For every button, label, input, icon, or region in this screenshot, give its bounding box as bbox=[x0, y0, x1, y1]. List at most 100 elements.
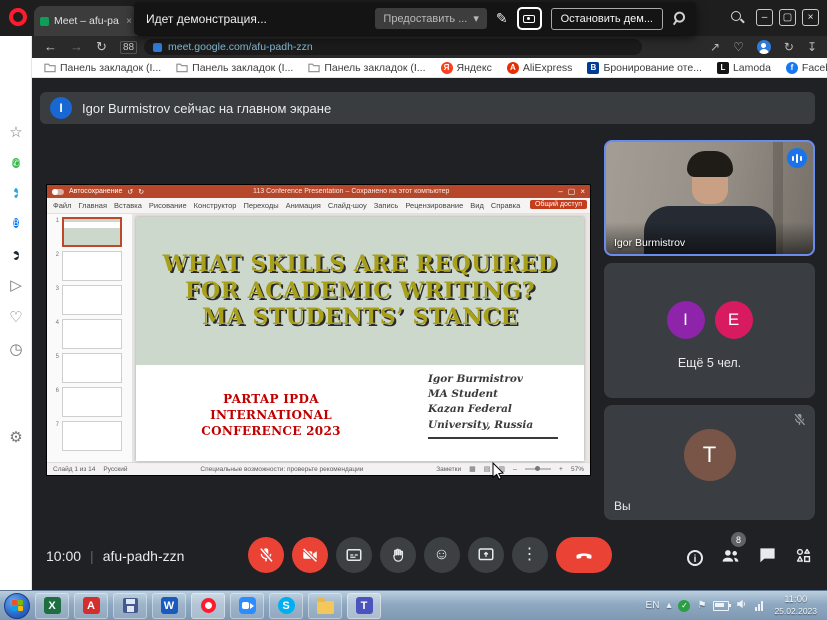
taskbar-excel[interactable]: X bbox=[35, 593, 69, 619]
profile-avatar[interactable] bbox=[757, 40, 771, 54]
heart-icon[interactable]: ♡ bbox=[0, 309, 32, 327]
settings-gear-icon[interactable]: ⚙ bbox=[0, 429, 32, 447]
stop-sharing-button[interactable]: Остановить дем... bbox=[551, 8, 663, 30]
ppt-close-icon[interactable]: × bbox=[580, 187, 585, 196]
volume-icon[interactable] bbox=[736, 597, 748, 615]
taskbar-pdf[interactable]: A bbox=[74, 593, 108, 619]
battery-icon[interactable] bbox=[713, 601, 729, 611]
slide-thumbnail[interactable]: 3 bbox=[51, 285, 132, 315]
maximize-button[interactable]: ▢ bbox=[779, 9, 796, 26]
ppt-maximize-icon[interactable]: ▢ bbox=[568, 187, 576, 196]
telegram-icon[interactable]: ▸ bbox=[0, 183, 32, 202]
taskbar-word[interactable]: W bbox=[152, 593, 186, 619]
bookmark-yandex[interactable]: Я Яндекс bbox=[441, 62, 492, 74]
reactions-button[interactable]: ☺ bbox=[424, 537, 460, 573]
zoom-in-icon[interactable]: + bbox=[559, 466, 563, 473]
activities-button[interactable] bbox=[794, 546, 813, 570]
slide-thumbnail[interactable]: 7 bbox=[51, 421, 132, 451]
network-icon[interactable] bbox=[755, 601, 763, 611]
notes-button[interactable]: Заметки bbox=[436, 466, 461, 473]
close-button[interactable]: × bbox=[802, 9, 819, 26]
ribbon-tab-design[interactable]: Конструктор bbox=[194, 201, 237, 210]
whatsapp-icon[interactable]: ✆ bbox=[0, 153, 32, 172]
ribbon-tab-insert[interactable]: Вставка bbox=[114, 201, 142, 210]
speaker-video-tile[interactable]: Igor Burmistrov bbox=[604, 140, 815, 256]
snapshot-icon[interactable] bbox=[517, 7, 542, 30]
back-icon[interactable]: ← bbox=[44, 39, 57, 55]
browser-tab[interactable]: Meet – afu-pa × bbox=[34, 6, 138, 36]
language-indicator[interactable]: EN bbox=[646, 600, 660, 611]
present-screen-button[interactable] bbox=[468, 537, 504, 573]
end-call-button[interactable] bbox=[556, 537, 612, 573]
bookmark-folder[interactable]: Панель закладок (I... bbox=[308, 62, 425, 74]
more-participants-tile[interactable]: I E Ещё 5 чел. bbox=[604, 263, 815, 398]
raise-hand-button[interactable] bbox=[380, 537, 416, 573]
taskbar-teams[interactable]: T bbox=[347, 593, 381, 619]
ribbon-tab-draw[interactable]: Рисование bbox=[149, 201, 187, 210]
flow-icon[interactable]: ▷ bbox=[0, 277, 32, 295]
taskbar-save[interactable] bbox=[113, 593, 147, 619]
forward-icon[interactable]: → bbox=[70, 39, 83, 55]
minimize-button[interactable]: – bbox=[756, 9, 773, 26]
zoom-out-icon[interactable]: – bbox=[513, 466, 517, 473]
opera-menu-icon[interactable] bbox=[9, 8, 27, 26]
taskbar-folder[interactable] bbox=[308, 593, 342, 619]
undo-icon[interactable]: ↺ bbox=[127, 188, 133, 196]
ppt-minimize-icon[interactable]: – bbox=[558, 187, 562, 196]
ribbon-tab-file[interactable]: Файл bbox=[53, 201, 71, 210]
tab-close-icon[interactable]: × bbox=[126, 16, 132, 27]
captions-button[interactable] bbox=[336, 537, 372, 573]
ribbon-tab-transitions[interactable]: Переходы bbox=[243, 201, 278, 210]
more-options-button[interactable]: ⋮ bbox=[512, 537, 548, 573]
language-indicator[interactable]: Русский bbox=[103, 466, 127, 473]
download-icon[interactable]: ↧ bbox=[807, 40, 817, 54]
search-icon[interactable] bbox=[730, 10, 745, 25]
slide-thumbnail[interactable]: 5 bbox=[51, 353, 132, 383]
ribbon-tab-home[interactable]: Главная bbox=[78, 201, 107, 210]
heart-icon[interactable]: ♡ bbox=[733, 40, 744, 54]
bookmark-lamoda[interactable]: L Lamoda bbox=[717, 62, 771, 74]
taskbar-clock[interactable]: 11:00 25.02.2023 bbox=[770, 594, 821, 617]
taskbar-skype[interactable]: S bbox=[269, 593, 303, 619]
pin-icon[interactable] bbox=[669, 9, 687, 28]
view-sorter-icon[interactable]: ▤ bbox=[484, 465, 491, 473]
bookmark-booking[interactable]: B Бронирование оте... bbox=[587, 62, 702, 74]
ribbon-tab-animations[interactable]: Анимация bbox=[286, 201, 321, 210]
security-shield-icon[interactable]: ✓ bbox=[678, 600, 690, 612]
share-page-icon[interactable]: ↗ bbox=[710, 40, 720, 54]
bookmark-facebook[interactable]: f Facebook bbox=[786, 62, 827, 74]
self-video-tile[interactable]: T Вы bbox=[604, 405, 815, 520]
participants-button[interactable]: 8 bbox=[720, 545, 741, 571]
ribbon-tab-view[interactable]: Вид bbox=[470, 201, 484, 210]
annotate-pen-icon[interactable]: ✎ bbox=[496, 10, 508, 27]
bookmark-folder[interactable]: Панель закладок (I... bbox=[176, 62, 293, 74]
ribbon-tab-help[interactable]: Справка bbox=[491, 201, 520, 210]
accessibility-status[interactable]: Специальные возможности: проверьте реком… bbox=[200, 466, 363, 473]
reload-icon[interactable]: ↻ bbox=[96, 39, 107, 55]
mic-button[interactable] bbox=[248, 537, 284, 573]
slide-thumbnail[interactable]: 2 bbox=[51, 251, 132, 281]
tab-counter-badge[interactable]: 88 bbox=[120, 41, 137, 54]
action-center-flag-icon[interactable]: ⚑ bbox=[697, 600, 706, 611]
player-icon[interactable]: ▶ bbox=[0, 245, 32, 264]
chat-button[interactable] bbox=[758, 546, 777, 570]
slide-thumbnail[interactable]: 4 bbox=[51, 319, 132, 349]
autosave-toggle[interactable] bbox=[52, 189, 64, 195]
bookmark-folder[interactable]: Панель закладок (I... bbox=[44, 62, 161, 74]
sync-icon[interactable]: ↻ bbox=[784, 40, 794, 54]
ppt-share-button[interactable]: Общий доступ bbox=[530, 200, 587, 209]
taskbar-opera[interactable] bbox=[191, 593, 225, 619]
redo-icon[interactable]: ↻ bbox=[138, 188, 144, 196]
zoom-level[interactable]: 57% bbox=[571, 466, 584, 473]
ribbon-tab-record[interactable]: Запись bbox=[374, 201, 399, 210]
slide-thumbnail[interactable]: 6 bbox=[51, 387, 132, 417]
bookmark-aliexpress[interactable]: A AliExpress bbox=[507, 62, 573, 74]
start-button[interactable] bbox=[4, 593, 30, 619]
ribbon-tab-review[interactable]: Рецензирование bbox=[405, 201, 463, 210]
address-bar[interactable]: meet.google.com/afu-padh-zzn bbox=[144, 39, 642, 55]
taskbar-zoom[interactable] bbox=[230, 593, 264, 619]
zoom-slider[interactable] bbox=[525, 468, 551, 470]
vk-icon[interactable]: В bbox=[0, 213, 32, 232]
slide-thumbnail[interactable]: 1 bbox=[51, 217, 132, 247]
ribbon-tab-slideshow[interactable]: Слайд-шоу bbox=[328, 201, 367, 210]
